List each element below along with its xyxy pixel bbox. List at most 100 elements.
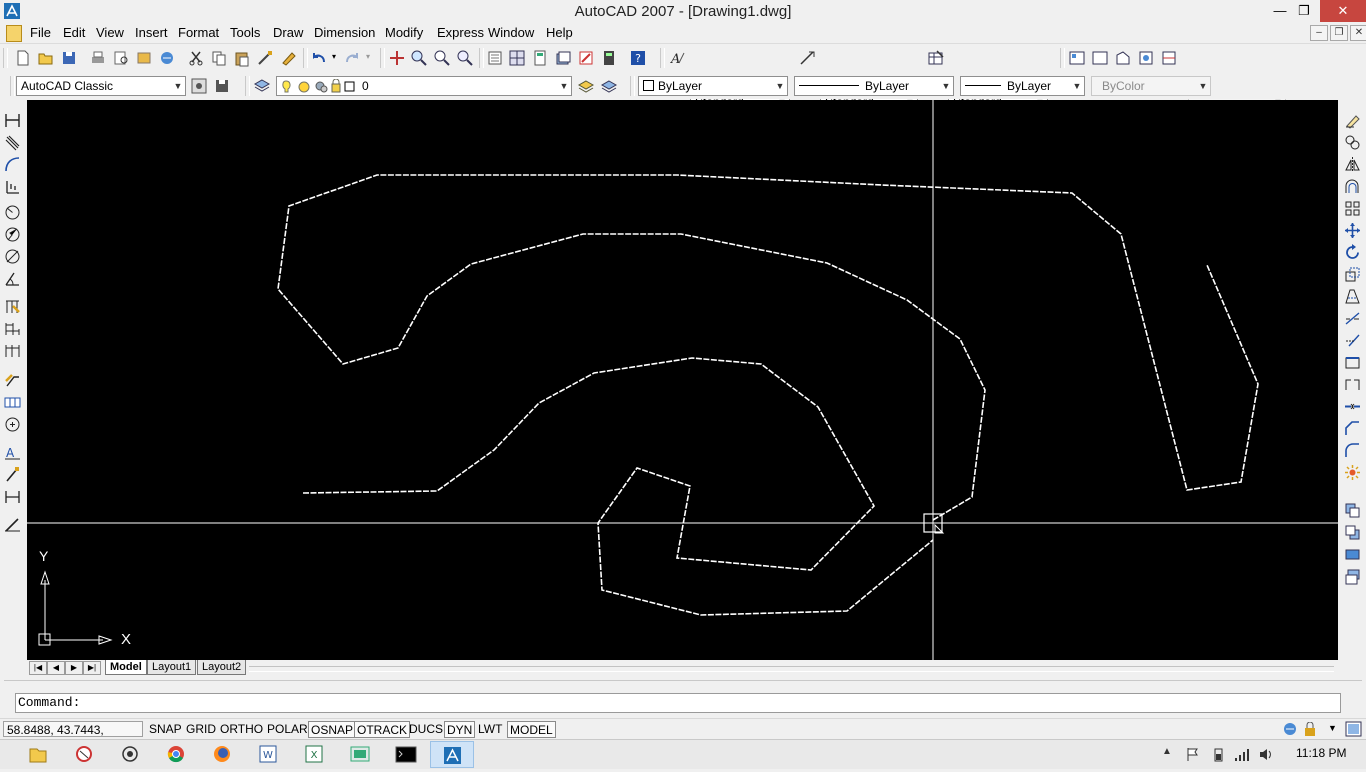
next-tab-button[interactable]: ▶ <box>65 661 83 675</box>
menu-file[interactable]: File <box>30 25 51 40</box>
toolbar-grip[interactable] <box>1060 48 1065 68</box>
angular-dimension-icon[interactable] <box>4 270 21 287</box>
new-icon[interactable] <box>14 49 32 67</box>
ducs-toggle[interactable]: DUCS <box>407 721 445 738</box>
lineweight-control-select[interactable]: ByLayer ▼ <box>960 76 1085 96</box>
document-icon[interactable] <box>6 25 22 42</box>
taskbar-file-explorer[interactable] <box>16 741 60 768</box>
grid-toggle[interactable]: GRID <box>184 721 218 738</box>
draw-order-front-icon[interactable] <box>1344 502 1361 519</box>
zoom-previous-icon[interactable] <box>456 49 474 67</box>
dyn-toggle[interactable]: DYN <box>444 721 476 738</box>
toolbar-grip[interactable] <box>10 76 15 96</box>
explode-icon[interactable] <box>1344 464 1361 481</box>
properties-icon[interactable] <box>486 49 504 67</box>
publish-icon[interactable] <box>135 49 153 67</box>
menu-insert[interactable]: Insert <box>135 25 168 40</box>
polygonal-viewport-icon[interactable] <box>1114 49 1132 67</box>
quick-leader-icon[interactable] <box>4 372 21 389</box>
tab-model[interactable]: Model <box>105 660 147 675</box>
maximize-button[interactable]: ❐ <box>1288 0 1320 22</box>
taskbar-snipping-tool[interactable] <box>62 741 106 768</box>
arc-length-icon[interactable] <box>4 156 21 173</box>
diameter-dimension-icon[interactable] <box>4 248 21 265</box>
color-control-select[interactable]: ByLayer ▼ <box>638 76 788 96</box>
move-icon[interactable] <box>1344 222 1361 239</box>
command-line-input[interactable]: Command: <box>15 693 1341 713</box>
layer-previous-icon[interactable] <box>600 77 618 95</box>
draw-order-back-icon[interactable] <box>1344 524 1361 541</box>
previous-tab-button[interactable]: ◀ <box>47 661 65 675</box>
bring-above-icon[interactable] <box>1344 546 1361 563</box>
menu-modify[interactable]: Modify <box>385 25 423 40</box>
status-menu-chevron-icon[interactable]: ▼ <box>1328 723 1337 733</box>
polyline-outer-loop[interactable] <box>277 174 1259 521</box>
offset-icon[interactable] <box>1344 178 1361 195</box>
menu-format[interactable]: Format <box>178 25 219 40</box>
mirror-icon[interactable] <box>1344 156 1361 173</box>
first-tab-button[interactable]: |◀ <box>29 661 47 675</box>
jogged-dimension-icon[interactable] <box>4 226 21 243</box>
taskbar-excel[interactable]: X <box>292 741 336 768</box>
break-icon[interactable] <box>1344 376 1361 393</box>
tool-palettes-icon[interactable] <box>531 49 549 67</box>
clean-screen-icon[interactable] <box>1345 721 1362 737</box>
open-icon[interactable] <box>37 49 55 67</box>
continue-dimension-icon[interactable] <box>4 342 21 359</box>
fillet-icon[interactable] <box>1344 442 1361 459</box>
3d-dwf-icon[interactable] <box>158 49 176 67</box>
dimension-edit-icon[interactable]: A <box>4 444 21 461</box>
model-toggle[interactable]: MODEL <box>507 721 556 738</box>
toolbar-grip[interactable] <box>3 48 8 68</box>
clip-viewport-icon[interactable] <box>1160 49 1178 67</box>
help-icon[interactable]: ? <box>629 49 647 67</box>
trim-icon[interactable] <box>1344 310 1361 327</box>
polyline-inner-spiral[interactable] <box>302 357 934 616</box>
toolbar-lock-icon[interactable] <box>1302 722 1318 737</box>
coordinate-display[interactable]: 58.8488, 43.7443, 0.0000 <box>3 721 143 753</box>
rotate-icon[interactable] <box>1344 244 1361 261</box>
toolbar-grip[interactable] <box>630 76 635 96</box>
radius-dimension-icon[interactable] <box>4 204 21 221</box>
tolerance-icon[interactable] <box>4 394 21 411</box>
extend-icon[interactable] <box>1344 332 1361 349</box>
single-viewport-icon[interactable] <box>1091 49 1109 67</box>
taskbar-presentation-app[interactable] <box>338 741 382 768</box>
redo-icon[interactable] <box>343 49 361 67</box>
otrack-toggle[interactable]: OTRACK <box>354 721 411 738</box>
action-center-flag-icon[interactable] <box>1185 747 1201 762</box>
zoom-realtime-icon[interactable] <box>410 49 428 67</box>
scale-icon[interactable] <box>1344 266 1361 283</box>
ordinate-dimension-icon[interactable] <box>4 178 21 195</box>
quick-dimension-icon[interactable] <box>4 298 21 315</box>
doc-close-button[interactable]: ✕ <box>1350 25 1366 41</box>
ortho-toggle[interactable]: ORTHO <box>218 721 265 738</box>
undo-icon[interactable] <box>310 49 328 67</box>
last-tab-button[interactable]: ▶| <box>83 661 101 675</box>
zoom-window-icon[interactable] <box>433 49 451 67</box>
sheet-set-icon[interactable] <box>554 49 572 67</box>
send-under-icon[interactable] <box>1344 568 1361 585</box>
markup-set-icon[interactable] <box>577 49 595 67</box>
volume-icon[interactable] <box>1258 747 1274 762</box>
table-style-icon[interactable] <box>927 49 945 67</box>
convert-object-viewport-icon[interactable] <box>1137 49 1155 67</box>
design-center-icon[interactable] <box>508 49 526 67</box>
battery-icon[interactable] <box>1210 747 1226 762</box>
tab-layout1[interactable]: Layout1 <box>147 660 197 675</box>
aligned-dimension-icon[interactable] <box>4 134 21 151</box>
osnap-toggle[interactable]: OSNAP <box>308 721 357 738</box>
workspace-select[interactable]: AutoCAD Classic ▼ <box>16 76 186 96</box>
doc-restore-button[interactable]: ❐ <box>1330 25 1348 41</box>
stretch-icon[interactable] <box>1344 288 1361 305</box>
plot-icon[interactable] <box>89 49 107 67</box>
drawing-canvas[interactable]: Y X <box>27 100 1338 660</box>
save-workspace-icon[interactable] <box>213 77 231 95</box>
taskbar-autocad[interactable] <box>430 741 474 768</box>
make-object-layer-current-icon[interactable] <box>577 77 595 95</box>
calculator-icon[interactable] <box>600 49 618 67</box>
show-hidden-icons-icon[interactable]: ▲ <box>1162 746 1172 757</box>
horizontal-scrollbar[interactable] <box>249 666 1334 672</box>
menu-view[interactable]: View <box>96 25 124 40</box>
menu-draw[interactable]: Draw <box>273 25 303 40</box>
